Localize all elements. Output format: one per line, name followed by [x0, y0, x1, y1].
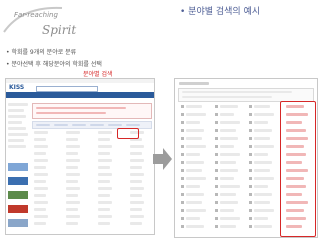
bullet-1: • 학회를 9개의 분야로 분류 — [6, 49, 77, 56]
logo: Far-reaching Spirit — [2, 2, 82, 40]
nav-banner — [6, 92, 154, 98]
ad-banner — [8, 191, 28, 199]
society-list-col-2 — [215, 105, 245, 235]
arrow-right-icon — [153, 148, 172, 170]
field-list-grid — [32, 131, 150, 231]
result-notice-box — [178, 88, 314, 102]
left-screenshot: KISS — [5, 78, 155, 235]
sidebar — [8, 103, 30, 231]
slide-title: • 분야별 검색의 예시 — [180, 7, 261, 17]
society-list-col-3 — [249, 105, 279, 235]
ad-banner — [8, 205, 28, 213]
bullet-2: • 분야선택 후 해당분야의 학회를 선택 — [6, 61, 102, 68]
ad-banner — [8, 163, 28, 171]
selected-field-highlight — [117, 128, 139, 139]
ad-banner — [8, 177, 28, 185]
logo-line2: Spirit — [42, 23, 77, 37]
logo-line1: Far-reaching — [14, 11, 58, 19]
notice-box — [32, 103, 152, 119]
search-box — [36, 86, 98, 92]
site-logo: KISS — [9, 84, 25, 91]
society-list-col-1 — [181, 105, 211, 235]
top-utility-strip — [6, 79, 154, 83]
society-column-highlight — [280, 101, 316, 237]
ad-banner — [8, 219, 28, 227]
